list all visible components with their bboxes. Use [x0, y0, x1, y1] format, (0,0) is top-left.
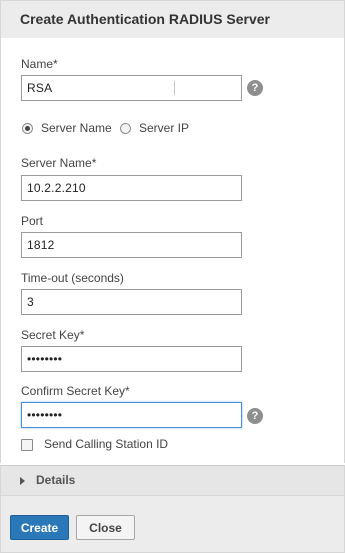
confirm-secret-key-label: Confirm Secret Key*: [21, 384, 130, 398]
text-cursor: [174, 81, 175, 95]
send-calling-station-id-checkbox[interactable]: [21, 439, 33, 451]
server-name-radio[interactable]: [22, 123, 33, 134]
dialog-title: Create Authentication RADIUS Server: [20, 11, 270, 27]
dialog-header: Create Authentication RADIUS Server: [0, 0, 345, 39]
server-ip-radio[interactable]: [120, 123, 131, 134]
details-label: Details: [36, 473, 76, 487]
name-help-icon[interactable]: ?: [247, 80, 263, 96]
server-name-field[interactable]: 10.2.2.210: [21, 175, 242, 201]
server-ip-radio-label[interactable]: Server IP: [139, 121, 189, 135]
name-label: Name*: [21, 57, 58, 71]
confirm-secret-key-field[interactable]: ••••••••: [21, 402, 242, 428]
secret-key-label: Secret Key*: [21, 328, 85, 342]
secret-key-value: ••••••••: [27, 352, 63, 366]
timeout-field[interactable]: 3: [21, 289, 242, 315]
name-field[interactable]: RSA: [21, 75, 242, 101]
dialog-footer: Create Close: [0, 496, 345, 553]
server-name-radio-label[interactable]: Server Name: [41, 121, 112, 135]
form-panel: Name* RSA ? Server Name Server IP Server…: [0, 38, 345, 463]
secret-key-field[interactable]: ••••••••: [21, 346, 242, 372]
port-value: 1812: [27, 238, 55, 252]
server-name-value: 10.2.2.210: [27, 181, 86, 195]
port-label: Port: [21, 214, 44, 228]
triangle-right-icon: [20, 477, 25, 485]
port-field[interactable]: 1812: [21, 232, 242, 258]
close-button[interactable]: Close: [76, 515, 135, 540]
confirm-secret-key-help-icon[interactable]: ?: [247, 408, 263, 424]
timeout-label: Time-out (seconds): [21, 271, 124, 285]
confirm-secret-key-value: ••••••••: [27, 408, 63, 422]
details-section-toggle[interactable]: Details: [0, 465, 345, 496]
create-button[interactable]: Create: [10, 515, 69, 540]
send-calling-station-id-label[interactable]: Send Calling Station ID: [44, 437, 168, 451]
server-name-label: Server Name*: [21, 156, 97, 170]
name-value: RSA: [27, 81, 53, 95]
timeout-value: 3: [27, 295, 34, 309]
